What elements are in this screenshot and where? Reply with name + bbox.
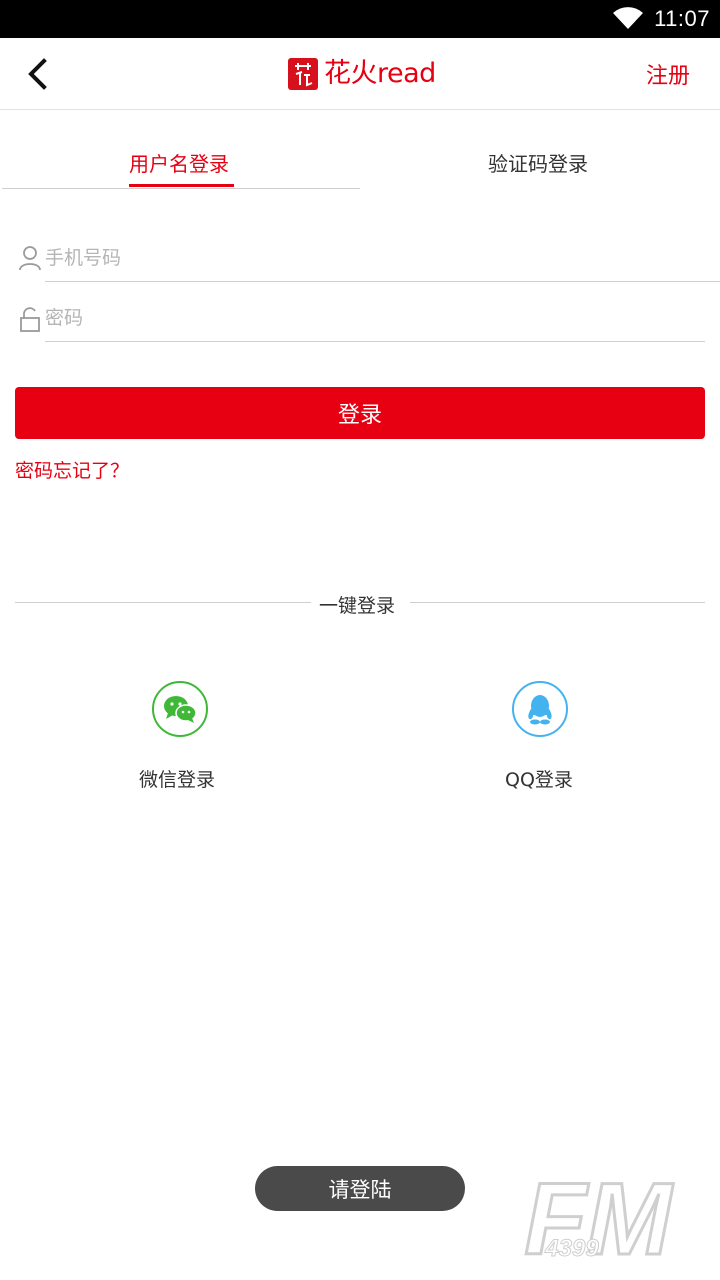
login-button[interactable]: 登录: [15, 387, 705, 439]
logo-seal-icon: [288, 58, 318, 90]
wechat-icon: [164, 696, 197, 723]
qq-icon: [528, 695, 552, 725]
forgot-password-link[interactable]: 密码忘记了？: [15, 456, 129, 483]
status-bar: 11:07: [0, 0, 720, 38]
tab-username-login[interactable]: 用户名登录: [129, 148, 229, 177]
app-header: 花火read 注册: [0, 38, 720, 110]
wifi-icon: [613, 7, 644, 30]
divider-left: [15, 602, 311, 603]
phone-input[interactable]: [45, 238, 705, 278]
status-time: 11:07: [654, 6, 710, 31]
wechat-login-button[interactable]: [152, 681, 208, 737]
active-tab-indicator: [129, 184, 234, 187]
qq-login-label[interactable]: QQ登录: [505, 765, 573, 792]
logo-text: 花火read: [324, 58, 436, 89]
lock-icon: [20, 307, 40, 332]
tab-bar-line: [2, 188, 360, 189]
back-arrow-icon[interactable]: [22, 56, 54, 92]
login-screen: 11:07 花火read 注册 用户名登录 验证码登录 登录 密码: [0, 0, 720, 1280]
divider-right: [410, 602, 705, 603]
phone-underline: [45, 281, 720, 282]
qq-login-button[interactable]: [512, 681, 568, 737]
password-underline: [45, 341, 705, 342]
quick-login-title: 一键登录: [319, 595, 396, 617]
app-logo: 花火read: [288, 56, 436, 92]
toast-message: 请登陆: [255, 1166, 465, 1211]
register-link[interactable]: 注册: [646, 58, 690, 90]
user-icon: [19, 246, 41, 271]
watermark-4399-text: 4399: [544, 1235, 599, 1262]
fm-4399-watermark-logo: FM 4399: [523, 1168, 675, 1266]
password-input[interactable]: [45, 298, 700, 338]
tab-sms-login[interactable]: 验证码登录: [488, 148, 588, 177]
wechat-login-label[interactable]: 微信登录: [139, 765, 215, 792]
